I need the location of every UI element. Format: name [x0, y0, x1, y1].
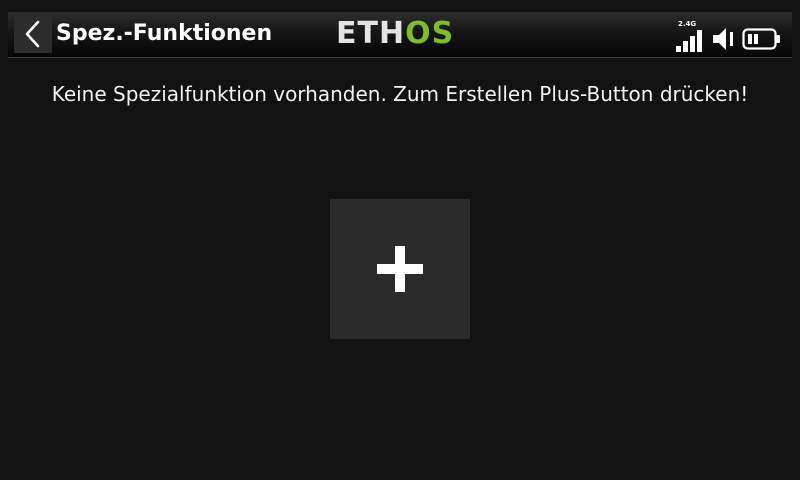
- ethos-logo: ETHOS: [336, 18, 454, 50]
- chevron-left-icon: [25, 20, 40, 48]
- speaker-icon[interactable]: [712, 26, 736, 52]
- page-title: Spez.-Funktionen: [56, 21, 273, 46]
- signal-bars-icon[interactable]: [676, 28, 706, 52]
- empty-state-message: Keine Spezialfunktion vorhanden. Zum Ers…: [51, 82, 749, 106]
- screen: Spez.-Funktionen ETHOS 2.4G Keine Spezia…: [0, 0, 800, 480]
- back-button[interactable]: [14, 15, 52, 53]
- battery-icon[interactable]: [742, 26, 782, 52]
- plus-icon: [377, 246, 423, 292]
- top-bar: Spez.-Funktionen ETHOS 2.4G: [8, 12, 792, 58]
- add-function-button[interactable]: [330, 199, 470, 339]
- status-area: [676, 18, 782, 52]
- logo-accent-text: OS: [405, 16, 455, 51]
- logo-main-text: ETH: [336, 16, 406, 51]
